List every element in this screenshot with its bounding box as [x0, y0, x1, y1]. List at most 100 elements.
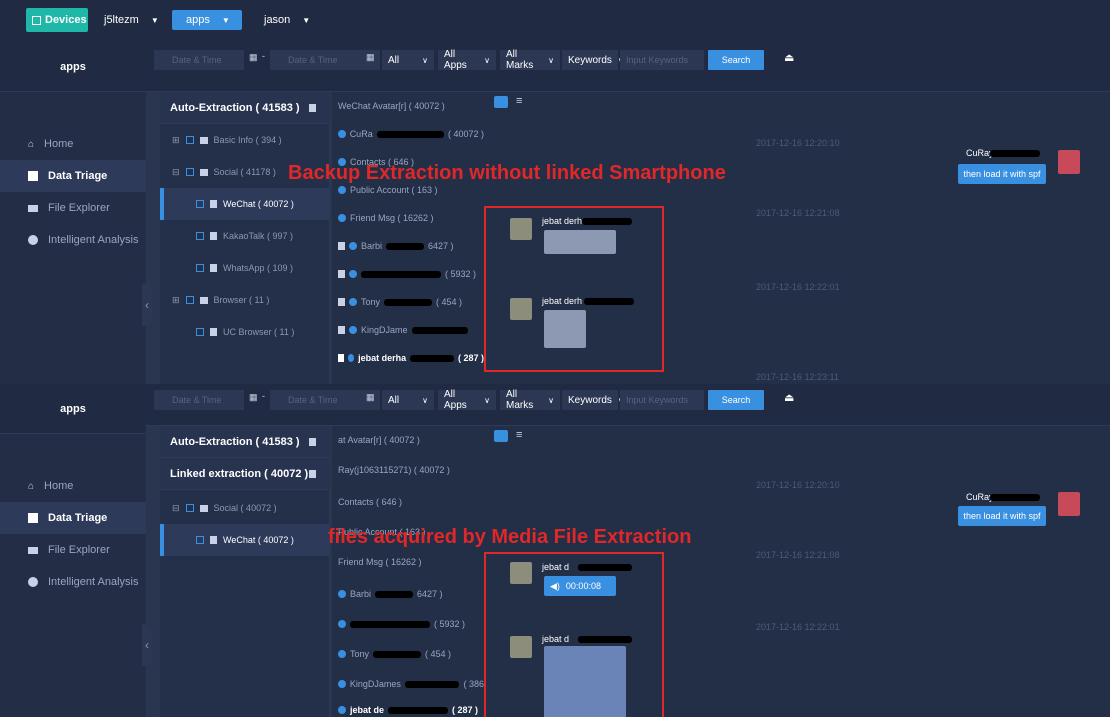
- tree-header[interactable]: Auto-Extraction ( 41583 ): [160, 426, 330, 458]
- keyword-input[interactable]: Input Keywords: [620, 390, 704, 410]
- nav-item-intelligent-analysis[interactable]: Intelligent Analysis: [0, 224, 146, 256]
- all-apps-filter[interactable]: All Apps ∨: [438, 49, 496, 71]
- redaction-bar: [578, 564, 632, 571]
- scrollbar[interactable]: [1098, 426, 1108, 717]
- tree-node[interactable]: KakaoTalk ( 997 ): [160, 220, 330, 252]
- list-item[interactable]: jebat de ( 287 ): [332, 696, 484, 717]
- chat-view-icon[interactable]: [494, 96, 508, 108]
- search-button[interactable]: Search: [708, 390, 764, 410]
- trash-icon[interactable]: [309, 469, 316, 478]
- all-marks-filter[interactable]: All Marks ∨: [500, 389, 560, 411]
- folder-icon: [199, 296, 208, 304]
- file-icon: [210, 200, 217, 208]
- list-item[interactable]: Barbi 6427 ): [332, 580, 484, 608]
- start-date-input[interactable]: Date & Time: [154, 50, 244, 70]
- all-apps-filter[interactable]: All Apps ∨: [438, 389, 496, 411]
- checkbox[interactable]: [196, 200, 204, 208]
- text-message[interactable]: then load it with spf: [958, 506, 1046, 526]
- checkbox[interactable]: [185, 296, 194, 304]
- tree-node-wechat[interactable]: WeChat ( 40072 ): [160, 188, 330, 220]
- expand-icon[interactable]: ⊞: [172, 135, 180, 146]
- tree-node[interactable]: UC Browser ( 11 ): [160, 316, 330, 348]
- tree-node-wechat[interactable]: WeChat ( 40072 ): [160, 524, 330, 556]
- search-button[interactable]: Search: [708, 50, 764, 70]
- tree-node[interactable]: ⊟ Social ( 40072 ): [160, 492, 330, 524]
- tree-header[interactable]: Linked extraction ( 40072 ): [160, 458, 330, 490]
- list-item[interactable]: Ray(j1063115271) ( 40072 ): [332, 456, 484, 484]
- list-item[interactable]: ( 5932 ): [332, 260, 484, 288]
- device-selector[interactable]: j5ltezm ▼: [104, 10, 159, 30]
- tree-node[interactable]: ⊞ Browser ( 11 ): [160, 284, 330, 316]
- trash-icon[interactable]: [309, 437, 316, 446]
- collapse-toggle[interactable]: ‹: [142, 284, 152, 326]
- all-filter-label: All: [388, 394, 400, 406]
- start-date-input[interactable]: Date & Time: [154, 390, 244, 410]
- expand-icon[interactable]: ⊞: [172, 295, 180, 306]
- list-item[interactable]: KingDJame: [332, 316, 484, 344]
- checkbox[interactable]: [196, 328, 204, 336]
- image-message[interactable]: [544, 646, 626, 717]
- scrollbar[interactable]: [1098, 92, 1108, 384]
- list-item[interactable]: Tony ( 454 ): [332, 288, 484, 316]
- list-item[interactable]: jebat derha ( 287 ): [332, 344, 484, 372]
- nav-item-file-explorer[interactable]: File Explorer: [0, 192, 146, 224]
- nav-item-file-explorer[interactable]: File Explorer: [0, 534, 146, 566]
- checkbox[interactable]: [196, 264, 204, 272]
- nav-item-data-triage[interactable]: Data Triage: [0, 160, 146, 192]
- trash-icon[interactable]: [309, 103, 316, 112]
- list-item[interactable]: WeChat Avatar[r] ( 40072 ): [332, 92, 484, 120]
- chevron-down-icon: ∨: [484, 395, 490, 405]
- export-icon[interactable]: ⏏: [784, 391, 794, 404]
- nav-item-data-triage[interactable]: Data Triage: [0, 502, 146, 534]
- end-date-input[interactable]: Date & Time: [270, 50, 380, 70]
- list-item[interactable]: KingDJames ( 386: [332, 670, 484, 698]
- checkbox[interactable]: [185, 168, 194, 176]
- nav-item-home[interactable]: ⌂ Home: [0, 470, 146, 502]
- devices-button[interactable]: Devices: [26, 8, 88, 32]
- collapse-toggle[interactable]: ‹: [142, 624, 152, 666]
- devices-label: Devices: [45, 14, 87, 26]
- keywords-filter[interactable]: Keywords ∨: [562, 50, 624, 70]
- collapse-icon[interactable]: ⊟: [172, 503, 180, 514]
- keyword-input[interactable]: Input Keywords: [620, 50, 704, 70]
- all-marks-filter[interactable]: All Marks ∨: [500, 49, 560, 71]
- contact-list: WeChat Avatar[r] ( 40072 ) CuRa ( 40072 )…: [332, 92, 484, 384]
- sticker-message[interactable]: [544, 310, 586, 348]
- end-date-input[interactable]: Date & Time: [270, 390, 380, 410]
- chat-view-icon[interactable]: [494, 430, 508, 442]
- list-view-icon[interactable]: ≡: [516, 95, 522, 107]
- tree-header[interactable]: Auto-Extraction ( 41583 ): [160, 92, 330, 124]
- tree-node[interactable]: ⊞ Basic Info ( 394 ): [160, 124, 330, 156]
- app-selector[interactable]: apps ▼: [172, 10, 242, 30]
- image-message[interactable]: [544, 230, 616, 254]
- collapse-icon[interactable]: ⊟: [172, 167, 180, 178]
- calendar-icon[interactable]: ▦: [366, 392, 376, 402]
- list-item[interactable]: Tony ( 454 ): [332, 640, 484, 668]
- list-item[interactable]: CuRa ( 40072 ): [332, 120, 484, 148]
- all-filter[interactable]: All ∨: [382, 390, 434, 410]
- list-item[interactable]: Friend Msg ( 16262 ): [332, 204, 484, 232]
- checkbox[interactable]: [185, 136, 194, 144]
- checkbox[interactable]: [196, 536, 204, 544]
- list-view-icon[interactable]: ≡: [516, 429, 522, 441]
- list-item[interactable]: at Avatar[r] ( 40072 ): [332, 426, 484, 454]
- calendar-icon[interactable]: ▦: [366, 52, 376, 62]
- all-filter[interactable]: All ∨: [382, 50, 434, 70]
- nav-item-intelligent-analysis[interactable]: Intelligent Analysis: [0, 566, 146, 598]
- list-item[interactable]: Barbi 6427 ): [332, 232, 484, 260]
- voice-message[interactable]: ◀) 00:00:08: [544, 576, 616, 596]
- calendar-icon[interactable]: ▦: [249, 52, 259, 62]
- list-item[interactable]: ( 5932 ): [332, 610, 484, 638]
- keywords-filter[interactable]: Keywords ∨: [562, 390, 624, 410]
- text-message[interactable]: then load it with spf: [958, 164, 1046, 184]
- checkbox[interactable]: [185, 504, 194, 512]
- start-date-placeholder: Date & Time: [172, 55, 222, 65]
- tree-node[interactable]: WhatsApp ( 109 ): [160, 252, 330, 284]
- list-item[interactable]: Contacts ( 646 ): [332, 488, 484, 516]
- checkbox[interactable]: [196, 232, 204, 240]
- user-selector[interactable]: jason ▼: [264, 10, 310, 30]
- nav-item-home[interactable]: ⌂ Home: [0, 128, 146, 160]
- calendar-icon[interactable]: ▦: [249, 392, 259, 402]
- export-icon[interactable]: ⏏: [784, 51, 794, 64]
- list-item[interactable]: Friend Msg ( 16262 ): [332, 548, 484, 576]
